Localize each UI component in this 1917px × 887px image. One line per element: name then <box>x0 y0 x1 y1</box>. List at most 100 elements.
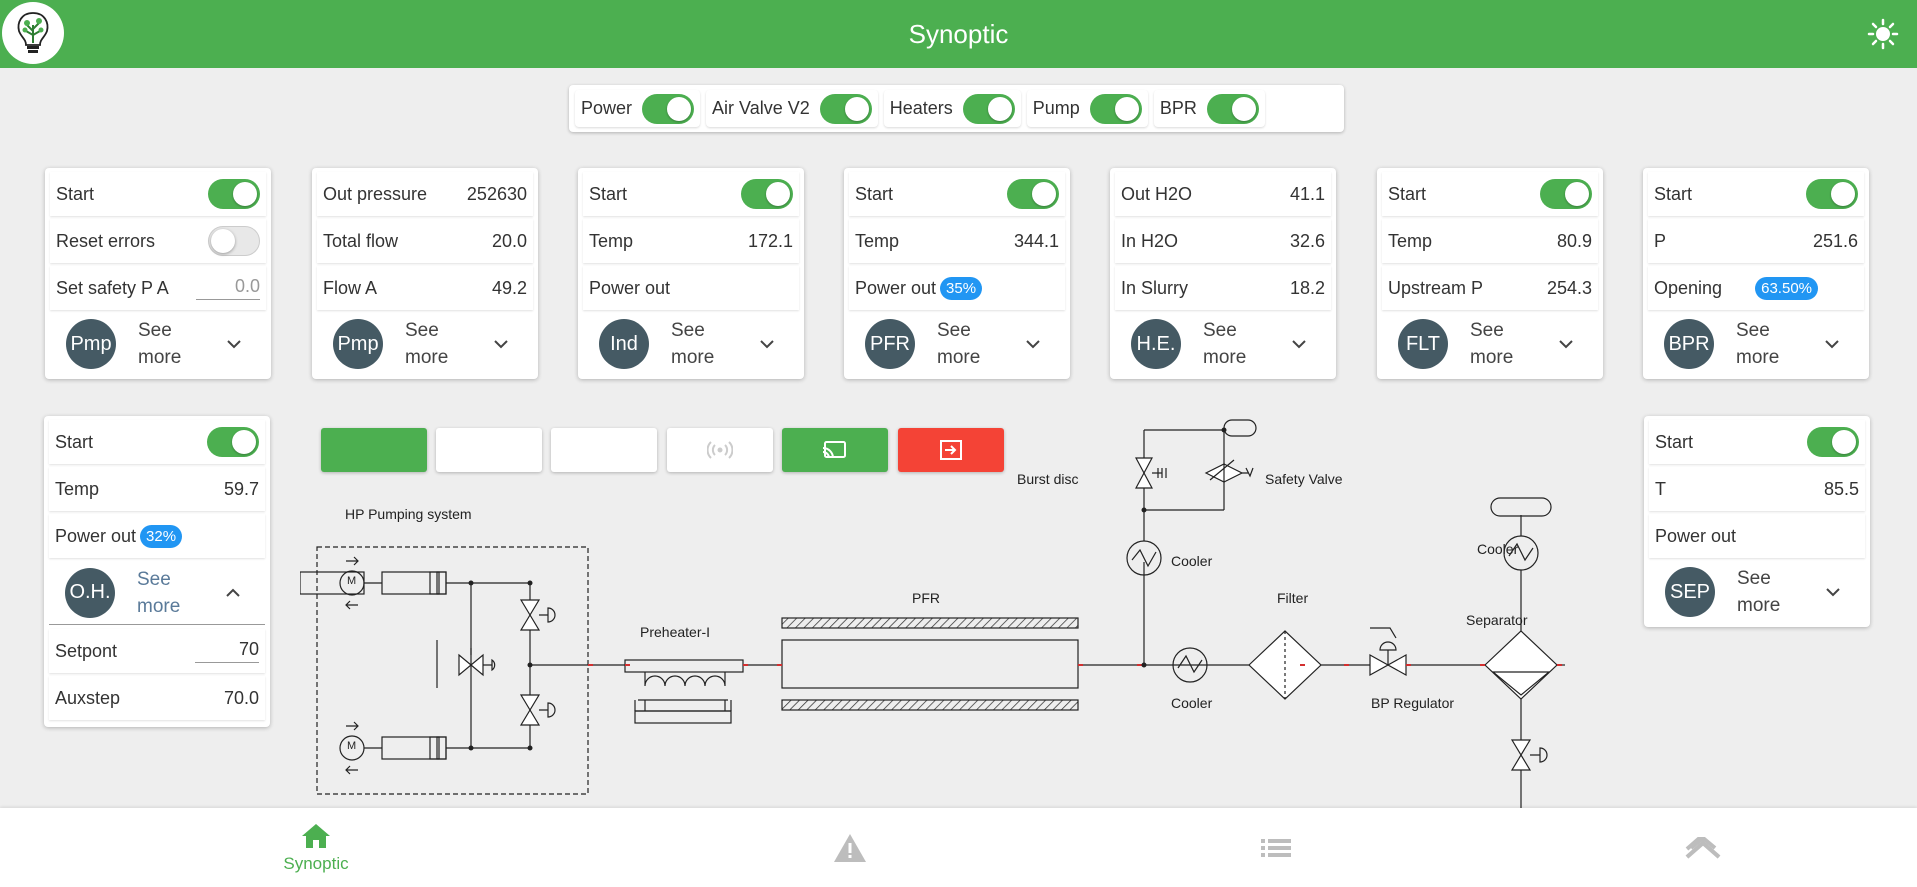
heaters-switch[interactable] <box>962 93 1015 124</box>
chevron-down-icon[interactable] <box>226 339 242 349</box>
pfr-label: PFR <box>912 590 940 606</box>
reset-errors-switch[interactable] <box>208 226 260 256</box>
value: 252630 <box>466 183 527 204</box>
start-label: Start <box>56 183 95 204</box>
air-valve-switch[interactable] <box>819 93 872 124</box>
avatar: O.H. <box>65 567 115 618</box>
pressure-row: P 251.6 <box>1648 219 1864 263</box>
toggle-label: Pump <box>1032 98 1080 118</box>
filter-card: Start Temp 80.9 Upstream P 254.3 FLT See m… <box>1377 168 1603 379</box>
nav-list[interactable] <box>1216 808 1336 887</box>
start-switch[interactable] <box>1807 427 1859 457</box>
preheater-label: Preheater-I <box>640 624 711 640</box>
app-logo[interactable] <box>2 2 64 64</box>
see-more-link[interactable]: See more <box>1737 565 1797 619</box>
start-row: Start <box>49 420 265 464</box>
card-footer[interactable]: FLT See more <box>1382 313 1598 375</box>
tree-bulb-logo-icon <box>17 12 49 53</box>
label: Temp <box>1388 230 1433 251</box>
chevron-up-icon[interactable] <box>225 588 241 598</box>
chevron-down-icon[interactable] <box>759 339 775 349</box>
chevron-down-icon[interactable] <box>1558 339 1574 349</box>
safety-pressure-input[interactable]: 0.0 <box>196 276 260 300</box>
value: 18.2 <box>1289 277 1325 298</box>
see-more-link[interactable]: See more <box>1470 317 1530 371</box>
pfr-card: Start Temp 344.1 Power out 35% PFR See mor… <box>844 168 1070 379</box>
start-switch[interactable] <box>741 179 793 209</box>
opening-badge: 63.50% <box>1755 276 1818 300</box>
pump-switch[interactable] <box>1089 93 1142 124</box>
nav-alarms[interactable] <box>790 808 910 887</box>
card-footer[interactable]: O.H. See more <box>49 561 265 625</box>
toggle-power: Power <box>575 90 700 127</box>
avatar: Pmp <box>66 319 116 369</box>
start-label: Start <box>589 183 628 204</box>
start-switch[interactable] <box>1806 179 1858 209</box>
sun-icon[interactable] <box>1867 18 1899 50</box>
separator-card: Start T 85.5 Power out SEP See more <box>1644 416 1870 627</box>
setpoint-input[interactable]: 70 <box>195 639 259 663</box>
see-more-link[interactable]: See more <box>1736 317 1796 371</box>
avatar: Ind <box>599 319 649 369</box>
card-footer[interactable]: H.E. See more <box>1115 313 1331 375</box>
chevron-down-icon[interactable] <box>1824 339 1840 349</box>
see-more-link[interactable]: See more <box>405 317 465 371</box>
safety-pressure-row: Set safety P A 0.0 <box>50 266 266 310</box>
start-row: Start <box>1648 172 1864 216</box>
start-label: Start <box>55 431 94 452</box>
card-footer[interactable]: PFR See more <box>849 313 1065 375</box>
value: 85.5 <box>1823 478 1859 499</box>
label: Temp <box>589 230 634 251</box>
power-out-row: Power out <box>583 266 799 310</box>
label: Upstream P <box>1388 277 1484 298</box>
temp-row: Temp 344.1 <box>849 219 1065 263</box>
safety-pressure-label: Set safety P A <box>56 277 169 298</box>
value: 254.3 <box>1546 277 1592 298</box>
label: Power out <box>55 525 137 546</box>
start-row: Start <box>50 172 266 216</box>
start-row: Start <box>583 172 799 216</box>
power-out-row: Power out 35% <box>849 266 1065 310</box>
value: 80.9 <box>1556 230 1592 251</box>
bpr-switch[interactable] <box>1206 93 1259 124</box>
start-label: Start <box>1655 431 1694 452</box>
start-switch[interactable] <box>207 427 259 457</box>
safety-valve-label: Safety Valve <box>1265 471 1343 487</box>
card-footer[interactable]: Pmp See more <box>50 313 266 375</box>
see-more-link[interactable]: See more <box>138 317 198 371</box>
card-footer[interactable]: Pmp See more <box>317 313 533 375</box>
flow-a-row: Flow A 49.2 <box>317 266 533 310</box>
label: P <box>1654 230 1667 251</box>
value: 70.0 <box>223 687 259 708</box>
power-badge: 32% <box>140 524 183 548</box>
nav-collapse[interactable] <box>1643 808 1763 887</box>
temp-row: Temp 59.7 <box>49 467 265 511</box>
start-switch[interactable] <box>208 179 260 209</box>
see-more-link[interactable]: See more <box>1203 317 1263 371</box>
start-row: Start <box>1649 420 1865 464</box>
chevron-down-icon[interactable] <box>493 339 509 349</box>
card-footer[interactable]: BPR See more <box>1648 313 1864 375</box>
auxstep-row: Auxstep 70.0 <box>49 676 265 720</box>
in-h2o-row: In H2O 32.6 <box>1115 219 1331 263</box>
see-more-link[interactable]: See more <box>937 317 997 371</box>
card-footer[interactable]: SEP See more <box>1649 561 1865 623</box>
start-switch[interactable] <box>1007 179 1059 209</box>
start-label: Start <box>1388 183 1427 204</box>
card-footer[interactable]: Ind See more <box>583 313 799 375</box>
process-diagram: HP Pumping system Preheater-I PFR Burst … <box>300 410 1610 810</box>
bottom-navigation: Synoptic <box>0 808 1917 887</box>
label: Power out <box>589 277 671 298</box>
page-title: Synoptic <box>908 18 1009 49</box>
avatar: FLT <box>1398 319 1448 369</box>
chevron-down-icon[interactable] <box>1825 587 1841 597</box>
nav-synoptic[interactable]: Synoptic <box>256 808 376 887</box>
power-switch[interactable] <box>642 93 695 124</box>
chevron-down-icon[interactable] <box>1025 339 1041 349</box>
see-more-link[interactable]: See more <box>671 317 731 371</box>
start-switch[interactable] <box>1540 179 1592 209</box>
temp-row: Temp 172.1 <box>583 219 799 263</box>
chevron-down-icon[interactable] <box>1291 339 1307 349</box>
see-more-link[interactable]: See more <box>137 566 197 620</box>
value: 20.0 <box>491 230 527 251</box>
